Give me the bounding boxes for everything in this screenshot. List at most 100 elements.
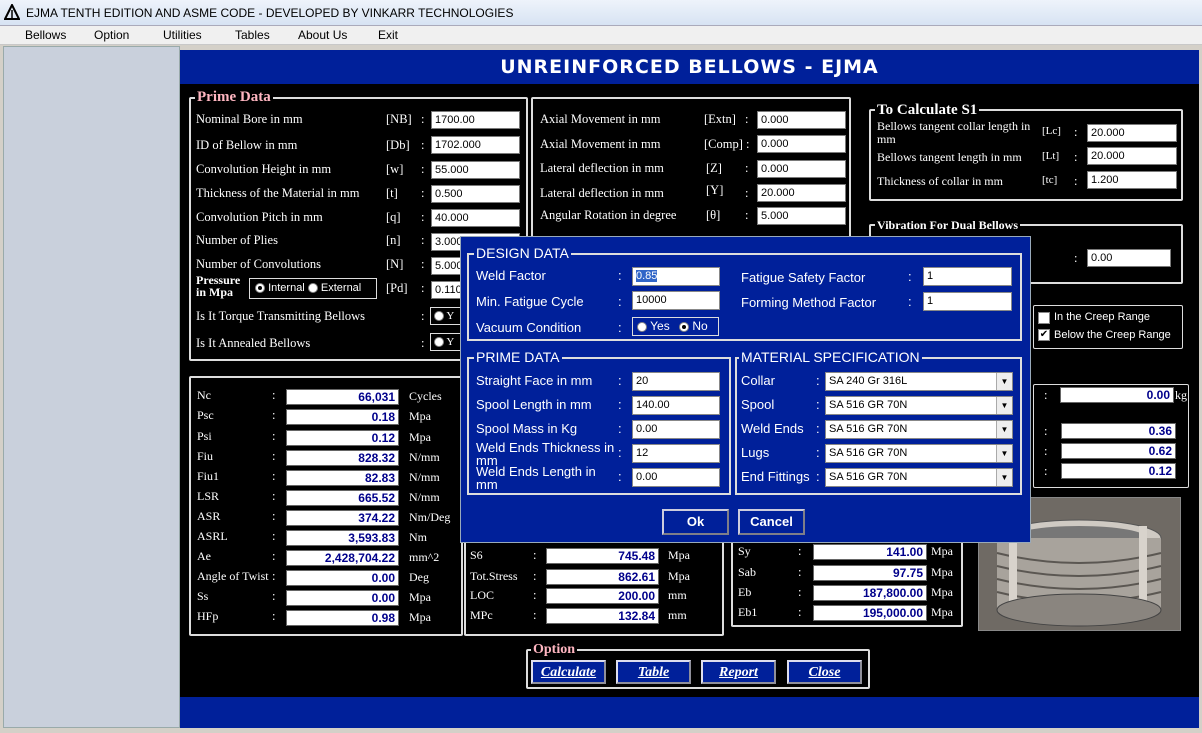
result-colon: : xyxy=(272,609,276,623)
result-colon: : xyxy=(272,529,276,543)
result-value: 374.22 xyxy=(286,510,399,526)
axial-extn-label: Axial Movement in mm xyxy=(540,112,661,126)
internal-label: Internal xyxy=(268,282,305,294)
material-select-value: SA 240 Gr 316L xyxy=(829,375,908,387)
annealed-yes-radio[interactable] xyxy=(434,337,444,348)
angular-rotation-input[interactable]: 5.000 xyxy=(757,207,846,225)
cancel-button[interactable]: Cancel xyxy=(738,509,805,535)
result-unit: Mpa xyxy=(409,590,431,604)
material-select[interactable]: SA 240 Gr 316L ▼ xyxy=(825,372,1013,391)
creep-range-checkbox[interactable] xyxy=(1038,312,1050,324)
result-unit: Cycles xyxy=(409,389,442,403)
material-select[interactable]: SA 516 GR 70N ▼ xyxy=(825,420,1013,439)
convolution-height-input[interactable]: 55.000 xyxy=(431,161,520,179)
result-value: 0.12 xyxy=(286,430,399,446)
report-button[interactable]: Report xyxy=(701,660,776,684)
dialog-prime-colon: : xyxy=(618,421,622,436)
menu-exit[interactable]: Exit xyxy=(378,28,398,42)
nominal-bore-label: Nominal Bore in mm xyxy=(196,112,303,126)
menu-bellows[interactable]: Bellows xyxy=(25,28,66,42)
material-select[interactable]: SA 516 GR 70N ▼ xyxy=(825,396,1013,415)
creep-range-label: In the Creep Range xyxy=(1054,311,1151,323)
bellow-id-input[interactable]: 1702.000 xyxy=(431,136,520,154)
dialog-prime-label: Straight Face in mm xyxy=(476,373,593,388)
calculate-button[interactable]: Calculate xyxy=(531,660,606,684)
vacuum-condition-label: Vacuum Condition xyxy=(476,320,582,335)
chevron-down-icon: ▼ xyxy=(996,445,1012,462)
external-radio[interactable] xyxy=(307,283,318,294)
result-label: S6 xyxy=(470,548,483,562)
result-colon: : xyxy=(798,605,802,619)
min-fatigue-input[interactable]: 10000 xyxy=(632,291,720,310)
result-unit: N/mm xyxy=(409,490,440,504)
result-unit: Mpa xyxy=(668,548,690,562)
convolution-pitch-input[interactable]: 40.000 xyxy=(431,209,520,227)
dialog-prime-label: Spool Mass in Kg xyxy=(476,421,578,436)
pressure-type-group: Internal External xyxy=(249,278,377,299)
result-value: 82.83 xyxy=(286,470,399,486)
dialog-prime-label: Weld Ends Length in mm xyxy=(476,464,596,492)
fatigue-safety-input[interactable]: 1 xyxy=(923,267,1012,286)
weld-factor-input[interactable]: 0.85 xyxy=(632,267,720,286)
result-colon: : xyxy=(272,569,276,583)
design-data-title: DESIGN DATA xyxy=(474,245,571,261)
result-value: 195,000.00 xyxy=(813,605,927,621)
vacuum-option-group: Yes No xyxy=(632,317,719,336)
material-select[interactable]: SA 516 GR 70N ▼ xyxy=(825,468,1013,487)
dialog-prime-input[interactable]: 0.00 xyxy=(632,468,720,487)
torque-yes-radio[interactable] xyxy=(434,311,444,322)
tangent-length-input[interactable]: 20.000 xyxy=(1087,147,1177,165)
dialog-prime-input[interactable]: 140.00 xyxy=(632,396,720,415)
convolution-pitch-label: Convolution Pitch in mm xyxy=(196,210,323,224)
material-select-value: SA 516 GR 70N xyxy=(829,423,908,435)
menu-option[interactable]: Option xyxy=(94,28,129,42)
vibration-input[interactable]: 0.00 xyxy=(1087,249,1171,267)
bellow-id-symbol: [Db] xyxy=(386,138,410,152)
material-select[interactable]: SA 516 GR 70N ▼ xyxy=(825,444,1013,463)
axial-comp-input[interactable]: 0.000 xyxy=(757,135,846,153)
side-value-2: 0.62 xyxy=(1061,443,1176,459)
table-button[interactable]: Table xyxy=(616,660,691,684)
option-title: Option xyxy=(531,642,578,657)
result-value: 0.00 xyxy=(286,570,399,586)
dialog-prime-input[interactable]: 0.00 xyxy=(632,420,720,439)
material-thickness-input[interactable]: 0.500 xyxy=(431,185,520,203)
result-label: ASRL xyxy=(197,529,228,543)
forming-method-input[interactable]: 1 xyxy=(923,292,1012,311)
ok-button[interactable]: Ok xyxy=(662,509,729,535)
result-unit: Mpa xyxy=(931,605,953,619)
convolutions-label: Number of Convolutions xyxy=(196,257,321,271)
axial-extn-input[interactable]: 0.000 xyxy=(757,111,846,129)
angular-rotation-label: Angular Rotation in degree xyxy=(540,208,677,222)
lateral-y-input[interactable]: 20.000 xyxy=(757,184,846,202)
dialog-prime-input[interactable]: 12 xyxy=(632,444,720,463)
dialog-prime-colon: : xyxy=(618,445,622,460)
dialog-prime-colon: : xyxy=(618,373,622,388)
result-colon: : xyxy=(272,509,276,523)
menu-tables[interactable]: Tables xyxy=(235,28,270,42)
convolution-height-symbol: [w] xyxy=(386,162,404,176)
dialog-prime-input[interactable]: 20 xyxy=(632,372,720,391)
pressure-symbol: [Pd] xyxy=(386,281,408,295)
collar-thickness-input[interactable]: 1.200 xyxy=(1087,171,1177,189)
result-value: 66,031 xyxy=(286,389,399,405)
material-spec-title: MATERIAL SPECIFICATION xyxy=(739,349,922,365)
result-colon: : xyxy=(272,429,276,443)
below-creep-checkbox[interactable]: ✔ xyxy=(1038,329,1050,341)
result-colon: : xyxy=(272,469,276,483)
menu-utilities[interactable]: Utilities xyxy=(163,28,202,42)
collar-length-input[interactable]: 20.000 xyxy=(1087,124,1177,142)
result-colon: : xyxy=(533,588,537,602)
internal-radio[interactable] xyxy=(255,283,265,294)
material-thickness-symbol: [t] xyxy=(386,186,398,200)
close-button[interactable]: Close xyxy=(787,660,862,684)
result-label: HFp xyxy=(197,609,219,623)
result-value: 828.32 xyxy=(286,450,399,466)
lateral-z-input[interactable]: 0.000 xyxy=(757,160,846,178)
title-bar: EJMA TENTH EDITION AND ASME CODE - DEVEL… xyxy=(0,0,1202,26)
nominal-bore-input[interactable]: 1700.00 xyxy=(431,111,520,129)
mass-value: 0.00 xyxy=(1060,387,1174,403)
vacuum-no-radio[interactable] xyxy=(679,321,690,332)
menu-about-us[interactable]: About Us xyxy=(298,28,347,42)
vacuum-yes-radio[interactable] xyxy=(637,321,647,332)
